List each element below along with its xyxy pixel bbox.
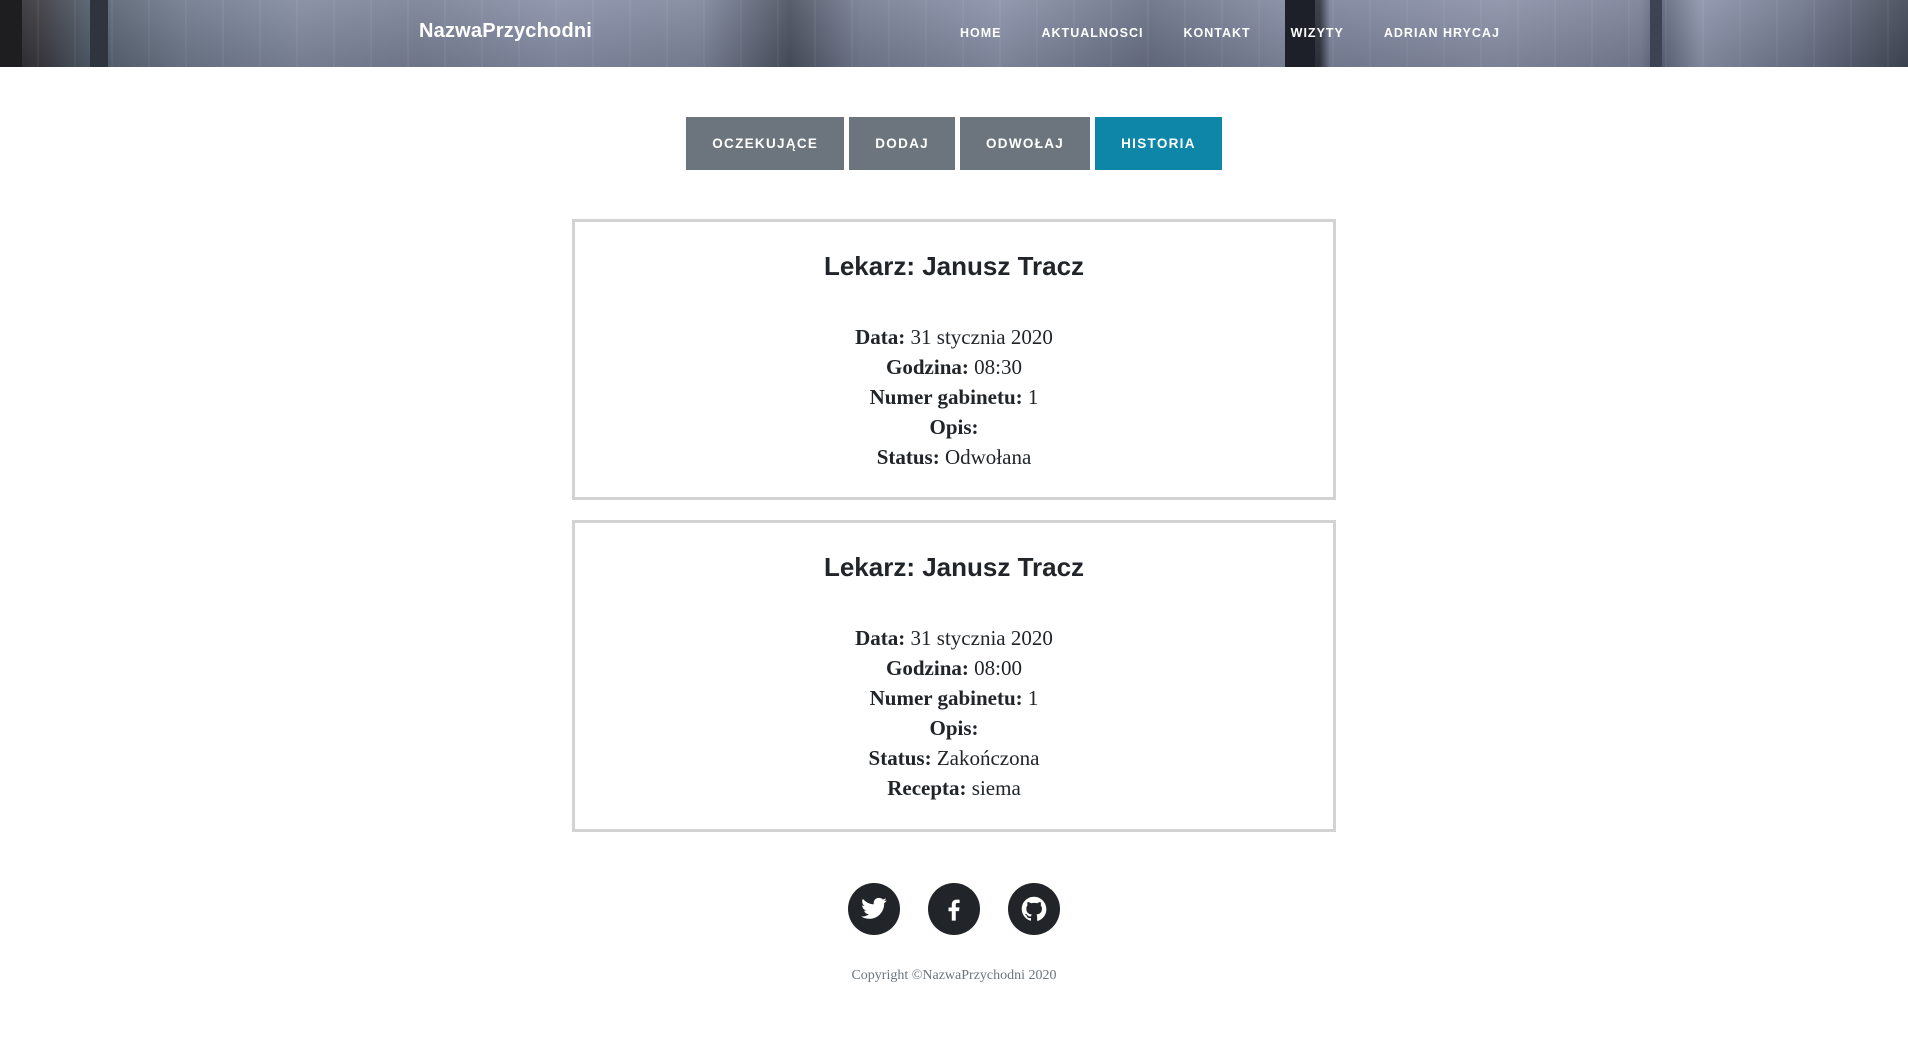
field-value: Odwołana [939, 445, 1032, 469]
field-label: Numer gabinetu: [869, 385, 1023, 409]
field-label: Opis: [929, 716, 979, 740]
social-links [0, 883, 1908, 935]
visit-date: Data: 31 stycznia 2020 [595, 322, 1313, 352]
facebook-link[interactable] [928, 883, 980, 935]
visit-description: Opis: [595, 412, 1313, 442]
field-label: Recepta: [887, 776, 967, 800]
visit-time: Godzina: 08:30 [595, 352, 1313, 382]
twitter-icon [861, 897, 887, 919]
visit-status: Status: Zakończona [595, 743, 1313, 773]
github-icon [1021, 896, 1047, 921]
field-value: 31 stycznia 2020 [905, 626, 1053, 650]
header-background-shape [90, 0, 108, 67]
field-label: Numer gabinetu: [869, 686, 1023, 710]
visit-description: Opis: [595, 713, 1313, 743]
visit-doctor: Lekarz: Janusz Tracz [823, 251, 1085, 281]
nav-item-user[interactable]: ADRIAN HRYCAJ [1384, 26, 1500, 40]
nav-item-kontakt[interactable]: KONTAKT [1183, 26, 1250, 40]
field-label: Data: [855, 325, 906, 349]
visit-prescription: Recepta: siema [595, 773, 1313, 803]
tab-oczekujace[interactable]: OCZEKUJĄCE [686, 117, 845, 170]
field-value: 31 stycznia 2020 [905, 325, 1053, 349]
field-value: 1 [1022, 686, 1039, 710]
visit-status: Status: Odwołana [595, 442, 1313, 472]
field-label: Godzina: [886, 656, 969, 680]
brand-link[interactable]: NazwaPrzychodni [419, 20, 592, 43]
header-background-shape [1650, 0, 1662, 67]
visit-history-list: Lekarz: Janusz Tracz Data: 31 stycznia 2… [572, 219, 1336, 852]
tab-odwolaj[interactable]: ODWOŁAJ [960, 117, 1091, 170]
field-value: 1 [1022, 385, 1039, 409]
github-link[interactable] [1008, 883, 1060, 935]
visit-room: Numer gabinetu: 1 [595, 683, 1313, 713]
visit-time: Godzina: 08:00 [595, 653, 1313, 683]
header: NazwaPrzychodni HOME AKTUALNOSCI KONTAKT… [0, 0, 1908, 67]
field-label: Status: [876, 445, 940, 469]
visit-card: Lekarz: Janusz Tracz Data: 31 stycznia 2… [572, 520, 1336, 832]
visit-tabs: OCZEKUJĄCE DODAJ ODWOŁAJ HISTORIA [0, 117, 1908, 170]
header-background-shape [0, 0, 22, 67]
copyright-text: Copyright ©NazwaPrzychodni 2020 [851, 968, 1057, 983]
visit-card: Lekarz: Janusz Tracz Data: 31 stycznia 2… [572, 219, 1336, 500]
nav-item-wizyty[interactable]: WIZYTY [1291, 26, 1344, 40]
visit-room: Numer gabinetu: 1 [595, 382, 1313, 412]
visit-doctor: Lekarz: Janusz Tracz [823, 552, 1085, 582]
main-nav: HOME AKTUALNOSCI KONTAKT WIZYTY ADRIAN H… [960, 26, 1540, 40]
field-value: siema [966, 776, 1021, 800]
field-label: Opis: [929, 415, 979, 439]
field-label: Status: [868, 746, 932, 770]
tab-historia[interactable]: HISTORIA [1095, 117, 1222, 170]
visit-date: Data: 31 stycznia 2020 [595, 623, 1313, 653]
field-value: Zakończona [931, 746, 1040, 770]
tab-dodaj[interactable]: DODAJ [849, 117, 955, 170]
field-label: Data: [855, 626, 906, 650]
field-label: Godzina: [886, 355, 969, 379]
twitter-link[interactable] [848, 883, 900, 935]
nav-item-home[interactable]: HOME [960, 26, 1002, 40]
facebook-icon [948, 899, 960, 921]
field-value: 08:00 [968, 656, 1022, 680]
nav-item-aktualnosci[interactable]: AKTUALNOSCI [1042, 26, 1144, 40]
field-value: 08:30 [968, 355, 1022, 379]
header-background [0, 0, 1908, 67]
